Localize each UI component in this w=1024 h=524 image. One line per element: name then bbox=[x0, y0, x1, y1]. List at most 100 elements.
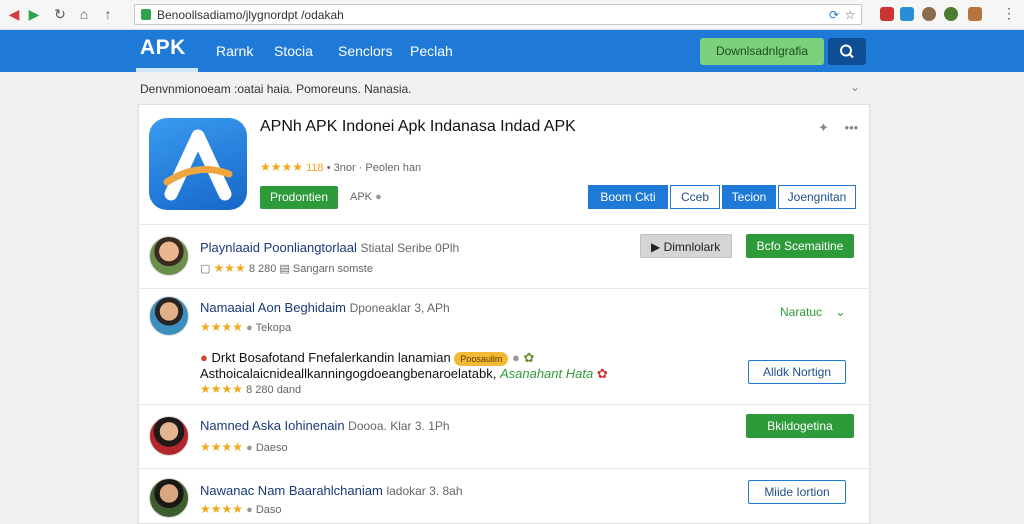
expand-toggle[interactable]: Naratuc ⌄ bbox=[780, 305, 845, 319]
action-button-2[interactable]: Cceb bbox=[670, 185, 720, 209]
note-tag: Poosaulim bbox=[454, 351, 509, 366]
extension-icon-2[interactable] bbox=[900, 7, 914, 21]
row-subtitle: ladokar 3. 8ah bbox=[386, 484, 463, 498]
avatar bbox=[149, 236, 189, 276]
chevron-down-icon: ⌄ bbox=[835, 305, 846, 319]
reload-icon[interactable]: ↻ bbox=[52, 6, 68, 22]
download-app-button[interactable]: Downlsadnlgrafia bbox=[700, 38, 824, 65]
row-meta-value: 8 280 bbox=[246, 384, 274, 396]
row-meta-text: Daeso bbox=[255, 442, 288, 454]
sync-icon[interactable]: ⟳ bbox=[827, 8, 841, 22]
row-title: Playnlaaid Poonliangtorlaal Stiatal Seri… bbox=[200, 240, 459, 255]
install-button[interactable]: Prodontien bbox=[260, 186, 338, 209]
star-bookmark-icon[interactable]: ☆ bbox=[843, 8, 857, 22]
alert-icon: ● bbox=[200, 350, 208, 365]
info-icon: ● bbox=[246, 322, 253, 334]
nav-link-search[interactable]: Peclah bbox=[410, 43, 453, 59]
row-stars: ★★★★ bbox=[200, 440, 244, 454]
note-highlight: Asanahant Hata bbox=[499, 366, 594, 381]
site-logo[interactable]: APK bbox=[140, 36, 186, 60]
apk-label: APK ● bbox=[350, 191, 382, 203]
profile-avatar[interactable] bbox=[968, 7, 982, 21]
app-stars: ★★★★ bbox=[260, 160, 304, 174]
row-stars: ★★★★ bbox=[200, 382, 244, 396]
expand-label: Naratuc bbox=[780, 305, 823, 319]
browser-toolbar: ◀ ▶ ↻ ⌂ ↑ Benoollsadiamo/jlygnordpt /oda… bbox=[0, 0, 1024, 30]
extension-icon-1[interactable] bbox=[880, 7, 894, 21]
flag-icon: ✿ bbox=[596, 366, 608, 381]
folder-icon: ▤ bbox=[279, 263, 290, 275]
action-button-3[interactable]: Tecion bbox=[722, 185, 776, 209]
row-outline-button[interactable]: Alldk Nortign bbox=[748, 360, 846, 384]
row-checkbox-icon: ▢ bbox=[200, 263, 211, 275]
row-meta: ★★★★ 8 280 dand bbox=[200, 382, 301, 396]
row-stars: ★★★ bbox=[213, 261, 246, 275]
row-divider bbox=[138, 404, 870, 405]
note-text-2: Asthoicalaicnideallkanningogdoeangbenaro… bbox=[200, 366, 497, 381]
browser-menu-icon[interactable]: ⋮ bbox=[1002, 5, 1016, 22]
row-title-text[interactable]: Namned Aska Iohinenain bbox=[200, 418, 345, 433]
row-primary-button[interactable]: Bkildogetina bbox=[746, 414, 854, 438]
forward-icon[interactable]: ▶ bbox=[26, 6, 42, 22]
nav-link-rank[interactable]: Rarnk bbox=[216, 43, 253, 59]
row-title-text[interactable]: Namaaial Aon Beghidaim bbox=[200, 300, 346, 315]
address-bar[interactable]: Benoollsadiamo/jlygnordpt /odakah ⟳ ☆ bbox=[134, 4, 862, 25]
download-button-label: Dimnlolark bbox=[663, 240, 721, 254]
chevron-down-icon[interactable]: ⌄ bbox=[850, 80, 860, 94]
row-meta-text: Tekopa bbox=[255, 322, 292, 334]
search-icon bbox=[840, 44, 854, 59]
app-title: APNh APK Indonei Apk Indanasa Indad APK bbox=[260, 118, 576, 135]
info-icon: ● bbox=[511, 350, 520, 365]
row-meta-value: 8 280 bbox=[248, 263, 277, 275]
row-subtitle: Doooa. Klar 3. 1Ph bbox=[348, 419, 450, 433]
action-button-4[interactable]: Joengnitan bbox=[778, 185, 856, 209]
back-icon[interactable]: ◀ bbox=[6, 6, 22, 22]
app-icon bbox=[149, 118, 247, 210]
note-text-1: Drkt Bosafotand Fnefalerkandin lanamian bbox=[211, 350, 451, 365]
info-icon: ● bbox=[246, 504, 253, 516]
row-meta: ★★★★ ● Tekopa bbox=[200, 320, 291, 334]
site-header: APK Rarnk Stocia Senclors Peclah Downlsa… bbox=[0, 30, 1024, 72]
row-divider bbox=[138, 468, 870, 469]
apk-label-text: APK bbox=[350, 191, 373, 203]
play-icon: ▶ bbox=[651, 240, 661, 254]
download-button[interactable]: ▶ Dimnlolark bbox=[640, 234, 732, 258]
avatar bbox=[149, 296, 189, 336]
extension-icon-3[interactable] bbox=[922, 7, 936, 21]
active-tab-indicator bbox=[136, 68, 198, 72]
app-logo-a-icon bbox=[163, 129, 233, 201]
row-stars: ★★★★ bbox=[200, 502, 244, 516]
search-button[interactable] bbox=[828, 38, 866, 65]
row-meta-text: Sangarn somste bbox=[292, 263, 373, 275]
nav-link-social[interactable]: Stocia bbox=[274, 43, 313, 59]
nav-link-sections[interactable]: Senclors bbox=[338, 43, 392, 59]
row-outline-button[interactable]: Miide Iortion bbox=[748, 480, 846, 504]
app-rating-value: 118 bbox=[306, 162, 324, 174]
row-title-text[interactable]: Nawanac Nam Baarahlchaniam bbox=[200, 483, 383, 498]
home-icon[interactable]: ⌂ bbox=[76, 6, 92, 22]
pin-icon[interactable]: ✦ bbox=[818, 120, 829, 135]
row-title: Nawanac Nam Baarahlchaniam ladokar 3. 8a… bbox=[200, 483, 463, 498]
action-button-1[interactable]: Boom Ckti bbox=[588, 185, 668, 209]
row-meta: ★★★★ ● Daeso bbox=[200, 440, 288, 454]
row-title-text[interactable]: Playnlaaid Poonliangtorlaal bbox=[200, 240, 357, 255]
row-meta-text: dand bbox=[276, 384, 302, 396]
extension-icon-4[interactable] bbox=[944, 7, 958, 21]
row-subtitle: Dponeaklar 3, APh bbox=[349, 301, 450, 315]
row-stars: ★★★★ bbox=[200, 320, 244, 334]
row-divider bbox=[138, 288, 870, 289]
row-subtitle: Stiatal Seribe 0Plh bbox=[360, 241, 460, 255]
row-title: Namned Aska Iohinenain Doooa. Klar 3. 1P… bbox=[200, 418, 450, 433]
row-divider bbox=[138, 224, 870, 225]
bookmark-arrow-icon[interactable]: ↑ bbox=[100, 6, 116, 22]
app-rating: ★★★★ 118 • 3nor · Peolen han bbox=[260, 160, 421, 174]
info-icon: ● bbox=[246, 442, 253, 454]
more-options-icon[interactable]: ••• bbox=[845, 120, 859, 135]
note-line-1: ● Drkt Bosafotand Fnefalerkandin lanamia… bbox=[200, 350, 534, 366]
row-primary-button[interactable]: Bcfo Scemaitine bbox=[746, 234, 854, 258]
avatar bbox=[149, 416, 189, 456]
row-meta-text: Daso bbox=[255, 504, 282, 516]
avatar bbox=[149, 478, 189, 518]
row-meta: ★★★★ ● Daso bbox=[200, 502, 282, 516]
url-text[interactable]: Benoollsadiamo/jlygnordpt /odakah bbox=[157, 8, 344, 22]
